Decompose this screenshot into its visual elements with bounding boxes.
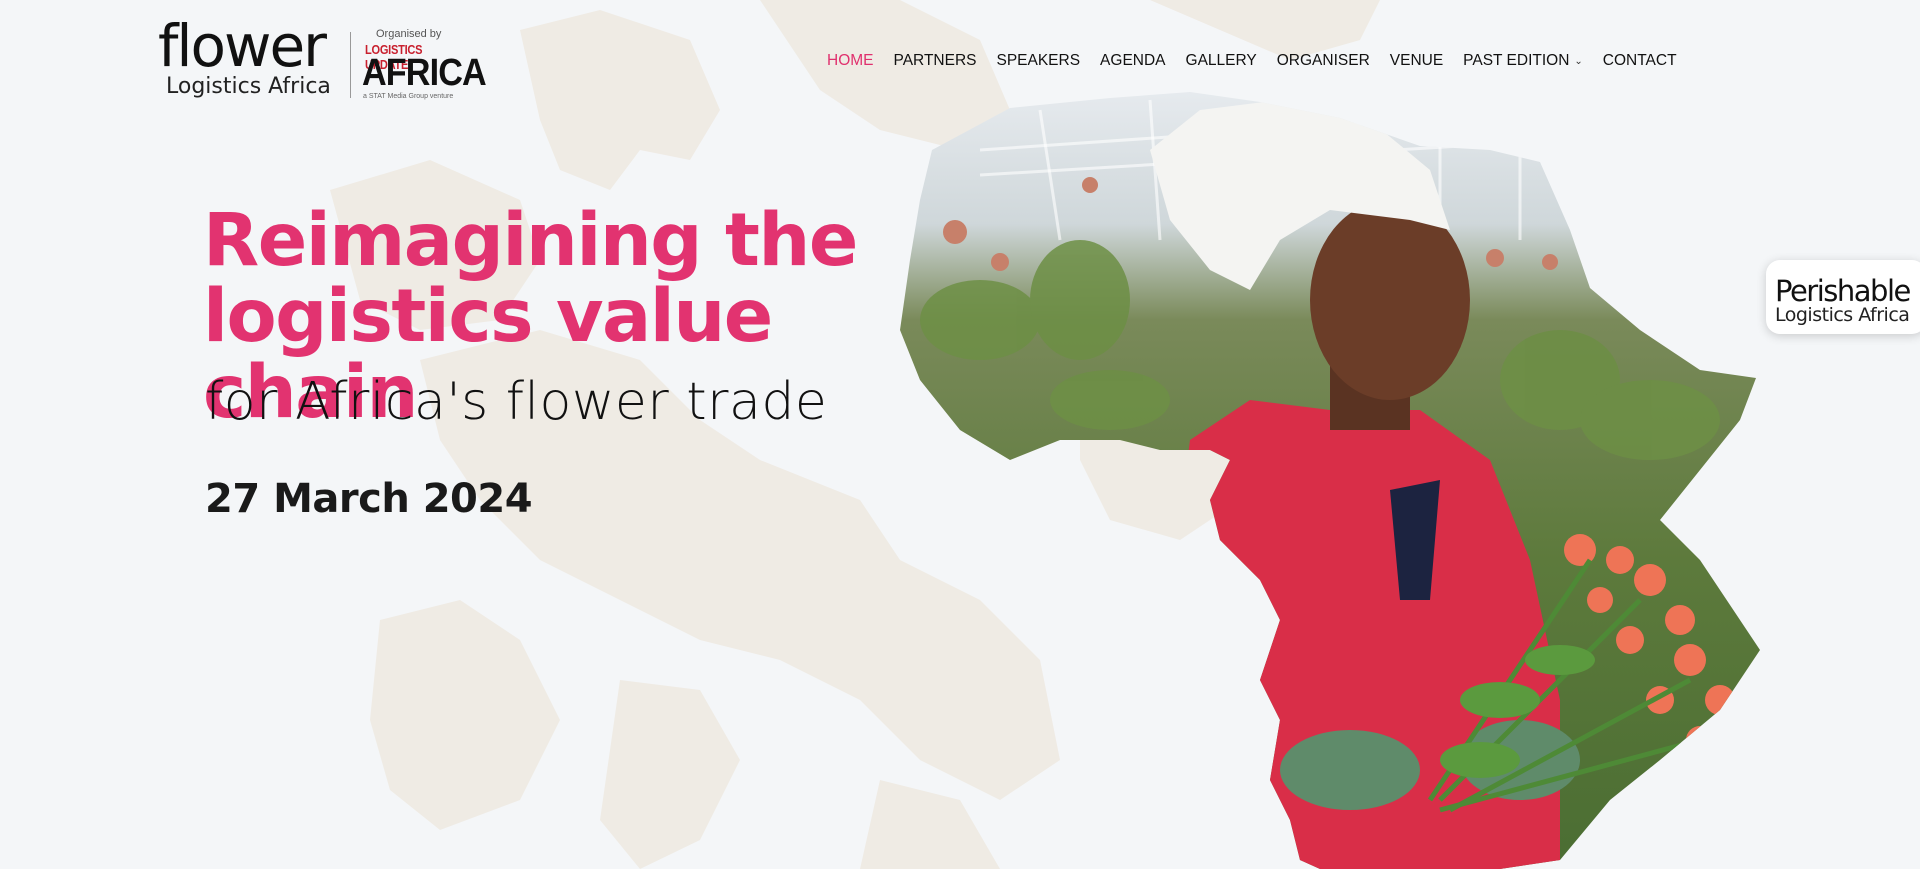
main-nav: HOME PARTNERS SPEAKERS AGENDA GALLERY OR…	[827, 52, 1697, 70]
badge-line2: Logistics Africa	[1775, 304, 1910, 326]
logo-subtitle: Logistics Africa	[166, 74, 331, 99]
badge-line1: Perishable	[1775, 274, 1911, 308]
site-logo[interactable]: flower Logistics Africa Organised by LOG…	[158, 12, 487, 104]
logo-tagline: a STAT Media Group venture	[363, 93, 454, 100]
hero-subtitle: for Africa's flower trade	[205, 372, 828, 432]
nav-organiser[interactable]: ORGANISER	[1277, 52, 1370, 70]
logo-divider	[350, 32, 351, 98]
nav-venue[interactable]: VENUE	[1390, 52, 1443, 70]
logo-organised-by: Organised by	[376, 28, 442, 40]
nav-contact[interactable]: CONTACT	[1603, 52, 1677, 70]
chevron-down-icon: ⌄	[1574, 55, 1583, 67]
nav-gallery[interactable]: GALLERY	[1186, 52, 1257, 70]
nav-past-edition-label: PAST EDITION	[1463, 52, 1570, 69]
logo-africa: AFRICA	[362, 52, 487, 94]
nav-agenda[interactable]: AGENDA	[1100, 52, 1165, 70]
hero-title-line1: Reimagining the	[203, 198, 858, 283]
event-date: 27 March 2024	[205, 476, 533, 522]
nav-speakers[interactable]: SPEAKERS	[996, 52, 1080, 70]
nav-past-edition[interactable]: PAST EDITION ⌄	[1463, 52, 1583, 70]
nav-partners[interactable]: PARTNERS	[894, 52, 977, 70]
nav-home[interactable]: HOME	[827, 52, 874, 70]
logo-flower-wordmark: flower	[158, 12, 327, 80]
perishable-logistics-badge[interactable]: Perishable Logistics Africa	[1766, 260, 1920, 334]
